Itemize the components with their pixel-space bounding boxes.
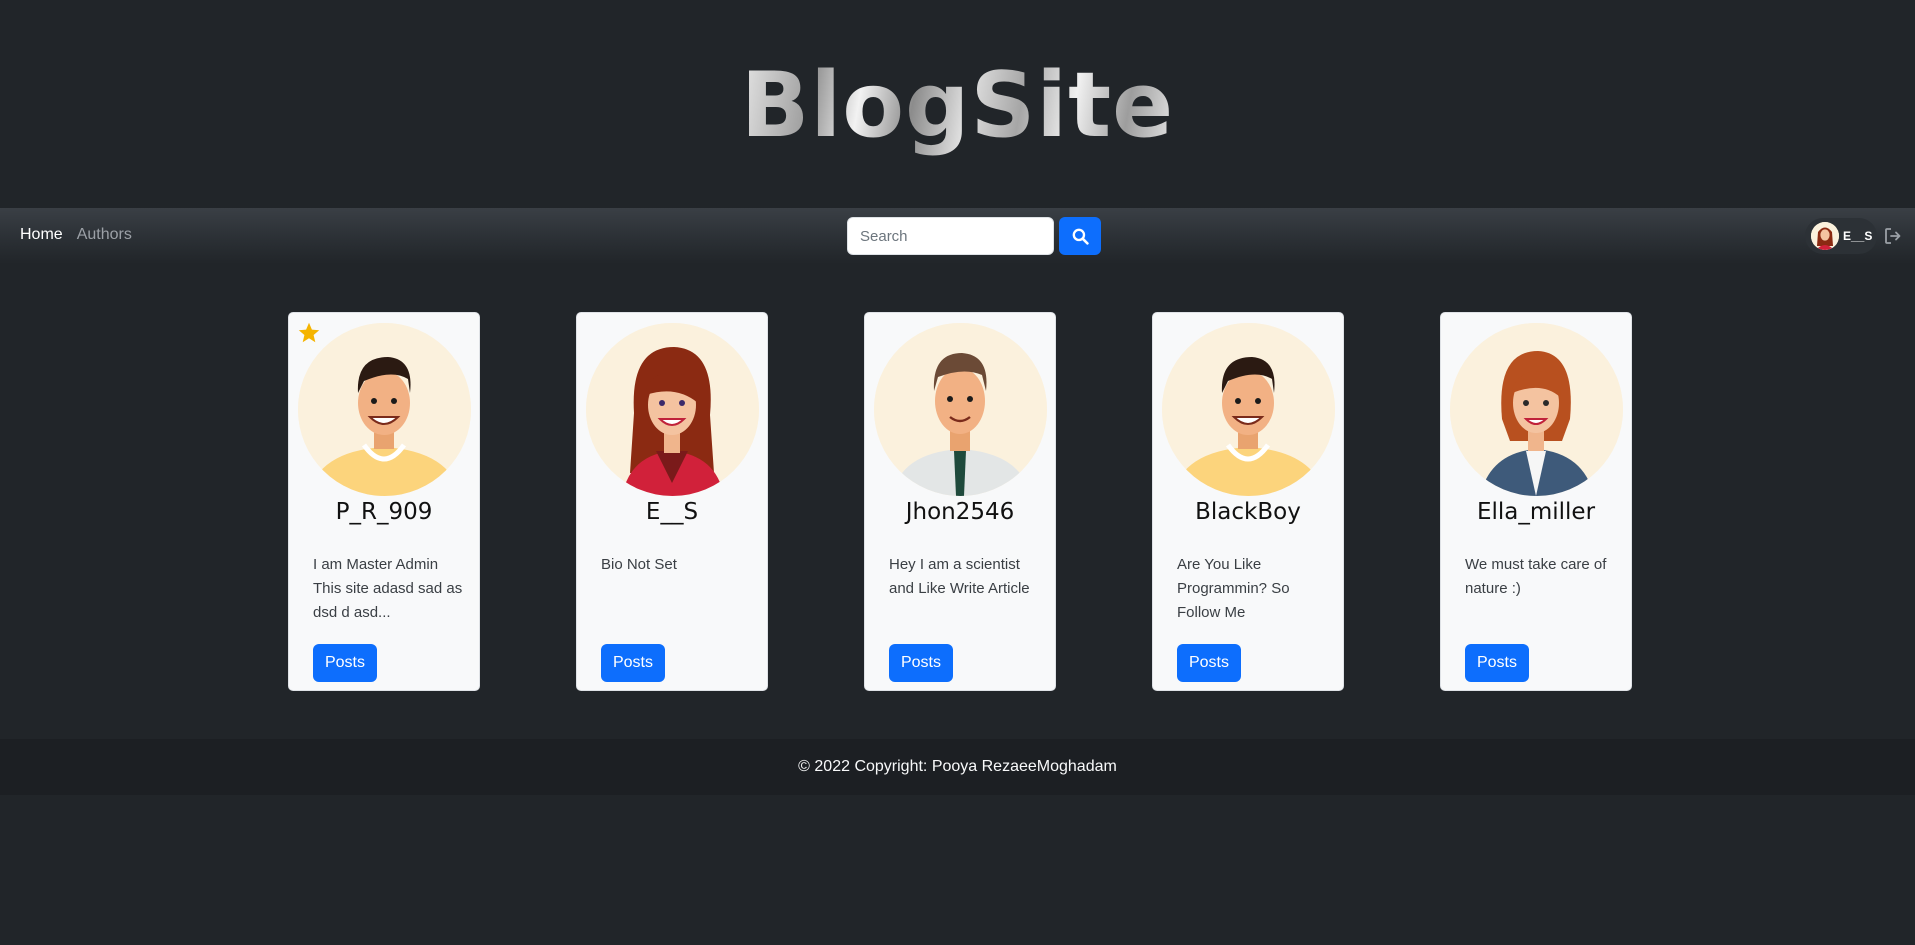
user-avatar <box>1811 222 1839 250</box>
author-avatar <box>586 323 759 496</box>
author-name: P_R_909 <box>335 499 433 525</box>
author-bio: Hey I am a scientist and Like Write Arti… <box>889 556 1030 597</box>
author-card: Jhon2546 Hey I am a scientist and Like W… <box>864 312 1056 691</box>
copyright-text: © 2022 Copyright: Pooya RezaeeMoghadam <box>798 758 1117 775</box>
author-bio: We must take care of nature :) <box>1465 556 1607 597</box>
site-banner: BlogSite <box>0 0 1915 208</box>
user-name: E__S <box>1843 229 1873 243</box>
logout-icon[interactable] <box>1884 227 1902 245</box>
search-form <box>847 217 1101 255</box>
search-icon <box>1072 228 1089 245</box>
posts-button[interactable]: Posts <box>889 644 953 682</box>
author-card: Ella_miller We must take care of nature … <box>1440 312 1632 691</box>
posts-button[interactable]: Posts <box>1177 644 1241 682</box>
author-name: E__S <box>645 499 699 525</box>
author-bio: Bio Not Set <box>601 556 677 573</box>
author-card: P_R_909 I am Master Admin This site adas… <box>288 312 480 691</box>
author-avatar <box>298 323 471 496</box>
site-title: BlogSite <box>740 52 1175 158</box>
author-name: Jhon2546 <box>905 499 1015 525</box>
star-icon <box>298 322 320 343</box>
author-bio: Are You Like Programmin? So Follow Me <box>1177 556 1290 621</box>
navbar: Home Authors E__S <box>0 208 1915 264</box>
author-name: Ella_miller <box>1476 499 1596 525</box>
author-avatar <box>1162 323 1335 496</box>
nav-home-link[interactable]: Home <box>20 226 63 244</box>
author-card: E__S Bio Not Set Posts <box>576 312 768 691</box>
author-bio: I am Master Admin This site adasd sad as… <box>313 556 463 621</box>
author-avatar <box>1450 323 1623 496</box>
search-input[interactable] <box>847 217 1054 255</box>
posts-button[interactable]: Posts <box>1465 644 1529 682</box>
posts-button[interactable]: Posts <box>601 644 665 682</box>
nav-authors-link[interactable]: Authors <box>77 226 132 244</box>
user-profile-button[interactable]: E__S <box>1805 218 1877 254</box>
search-button[interactable] <box>1059 217 1101 255</box>
author-avatar <box>874 323 1047 496</box>
footer: © 2022 Copyright: Pooya RezaeeMoghadam <box>0 739 1915 795</box>
author-name: BlackBoy <box>1195 499 1301 525</box>
author-card: BlackBoy Are You Like Programmin? So Fol… <box>1152 312 1344 691</box>
authors-list: P_R_909 I am Master Admin This site adas… <box>0 312 1915 692</box>
posts-button[interactable]: Posts <box>313 644 377 682</box>
nav-links: Home Authors <box>20 226 132 244</box>
